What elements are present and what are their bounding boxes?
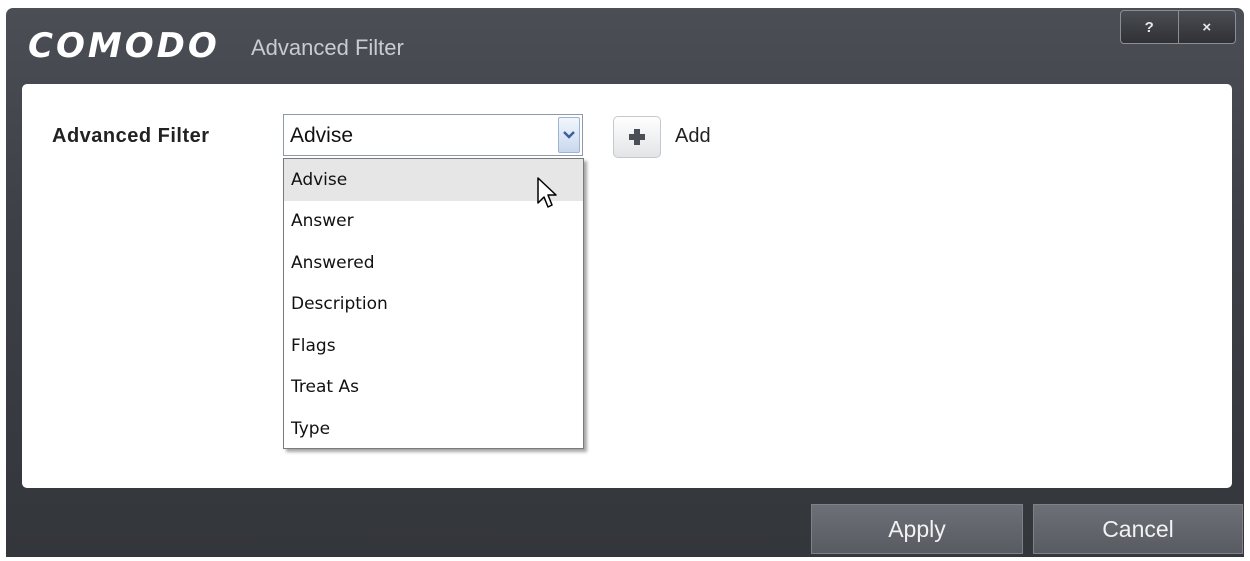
close-button[interactable]: ×	[1177, 11, 1236, 43]
plus-icon	[629, 129, 645, 145]
dialog-title: Advanced Filter	[251, 35, 404, 60]
title-bar-buttons: ? ×	[1120, 10, 1236, 44]
cancel-button[interactable]: Cancel	[1033, 504, 1243, 554]
selected-value: Advise	[290, 124, 354, 147]
title-bar: COMODO Advanced Filter ? ×	[6, 8, 1244, 84]
option-treat-as[interactable]: Treat As	[284, 367, 583, 409]
add-label[interactable]: Add	[675, 125, 711, 148]
advanced-filter-label: Advanced Filter	[52, 125, 210, 147]
apply-button[interactable]: Apply	[811, 504, 1023, 554]
option-answered[interactable]: Answered	[284, 242, 583, 284]
option-flags[interactable]: Flags	[284, 325, 583, 367]
advanced-filter-dialog: COMODO Advanced Filter ? × Advanced Filt…	[6, 8, 1244, 557]
comodo-logo: COMODO	[28, 26, 220, 66]
filter-panel: Advanced Filter Advise Add	[22, 84, 1232, 488]
option-type[interactable]: Type	[284, 408, 583, 450]
option-description[interactable]: Description	[284, 284, 583, 326]
chevron-down-icon[interactable]	[558, 117, 580, 153]
filter-field-select[interactable]: Advise	[283, 114, 583, 156]
mouse-pointer-icon	[537, 177, 557, 208]
add-button[interactable]	[613, 116, 661, 158]
help-button[interactable]: ?	[1121, 11, 1178, 43]
